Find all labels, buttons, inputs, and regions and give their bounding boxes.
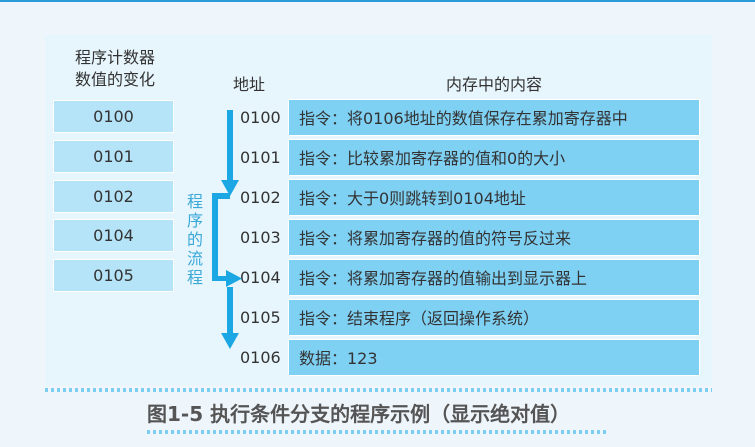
arrow-down-shaft-2 [227, 287, 233, 335]
flow-arrows [212, 110, 242, 349]
figure-caption: 图1-5 执行条件分支的程序示例（显示绝对值） [147, 402, 571, 426]
caption-underline [147, 430, 607, 434]
arrow-down-head-2 [221, 333, 239, 349]
branch-arrow-path [212, 193, 230, 281]
wavy-divider [45, 388, 712, 392]
arrow-right-head [226, 270, 242, 287]
arrow-down-shaft [227, 110, 233, 182]
